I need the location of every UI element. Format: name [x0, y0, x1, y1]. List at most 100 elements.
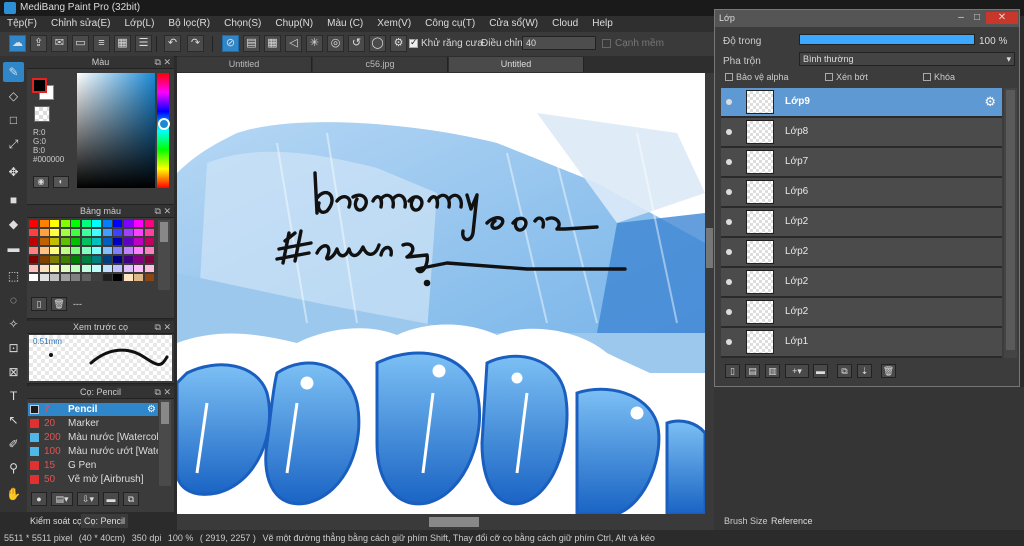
saturation-value-picker[interactable]	[77, 73, 155, 188]
vertical-scroll-thumb[interactable]	[706, 228, 713, 268]
layer-row[interactable]: Lớp9 ⚙	[721, 88, 1002, 117]
layer-row[interactable]: Lớp2	[721, 268, 1002, 297]
blend-mode-select[interactable]: Bình thường	[799, 52, 1015, 66]
brush-add-icon[interactable]: ●	[31, 492, 47, 506]
move-tool-icon[interactable]: ✥	[3, 162, 24, 182]
brush-tool-icon[interactable]: ✎	[3, 62, 24, 82]
menu-cloud[interactable]: Cloud	[545, 16, 585, 32]
menu-color[interactable]: Màu (C)	[320, 16, 370, 32]
opacity-slider[interactable]	[799, 34, 975, 45]
palette-swatch[interactable]	[71, 256, 80, 263]
palette-swatch[interactable]	[60, 229, 70, 236]
palette-swatch[interactable]	[60, 265, 70, 272]
palette-swatch[interactable]	[92, 238, 101, 245]
copy-icon[interactable]: ⧉	[123, 492, 139, 506]
palette-swatch[interactable]	[29, 274, 38, 281]
palette-swatch[interactable]	[144, 256, 154, 263]
palette-swatch[interactable]	[144, 220, 154, 227]
select-pen-tool-icon[interactable]: ⊡	[3, 338, 24, 358]
operation-tool-icon[interactable]: ↖	[3, 410, 24, 430]
add-layer-menu-icon[interactable]: +▾	[785, 364, 809, 378]
menu-edit[interactable]: Chỉnh sửa(E)	[44, 16, 118, 32]
layer-row[interactable]: Lớp2	[721, 238, 1002, 267]
circle-snap-icon[interactable]: ◎	[327, 35, 344, 52]
palette-swatch[interactable]	[29, 265, 38, 272]
eye-icon[interactable]	[726, 339, 732, 345]
curve-snap-icon[interactable]: ↺	[348, 35, 365, 52]
snap-settings-icon[interactable]: ⚙	[390, 35, 407, 52]
palette-swatch[interactable]	[50, 238, 59, 245]
menu-view[interactable]: Xem(V)	[370, 16, 418, 32]
divide-tool-icon[interactable]: ✐	[3, 434, 24, 454]
palette-swatch[interactable]	[50, 256, 59, 263]
palette-swatch[interactable]	[102, 229, 112, 236]
lock-checkbox[interactable]: Khóa	[923, 72, 955, 84]
palette-swatch[interactable]	[29, 229, 38, 236]
hand-tool-icon[interactable]: ✋	[3, 484, 24, 504]
tab-brush-pencil[interactable]: Cọ: Pencil	[81, 514, 129, 528]
brush-item[interactable]: 15 G Pen	[28, 459, 158, 472]
palette-swatch[interactable]	[39, 238, 49, 245]
menu-snap[interactable]: Chụp(N)	[268, 16, 320, 32]
eye-icon[interactable]	[726, 99, 732, 105]
layer-row[interactable]: Lớp2	[721, 208, 1002, 237]
comment-icon[interactable]: ✉	[51, 35, 68, 52]
palette-swatch[interactable]	[60, 247, 70, 254]
tab-brush-size[interactable]: Brush Size	[724, 516, 768, 526]
delete-layer-icon[interactable]: 🗑	[881, 364, 896, 378]
dialog-icon[interactable]: ▭	[72, 35, 89, 52]
palette-swatch[interactable]	[102, 265, 112, 272]
new-palette-icon[interactable]: ▯	[31, 297, 47, 311]
palette-swatch[interactable]	[39, 274, 49, 281]
doc-tab[interactable]: c56.jpg	[313, 57, 448, 72]
list-doc-icon[interactable]: ☰	[135, 35, 152, 52]
brush-item[interactable]: 20 Marker	[28, 417, 158, 430]
panel-float-close-icon[interactable]: ⧉ ✕	[155, 321, 171, 333]
palette-swatch[interactable]	[102, 238, 112, 245]
menu-help[interactable]: Help	[585, 16, 620, 32]
panel-float-close-icon[interactable]: ⧉ ✕	[155, 205, 171, 217]
palette-swatch[interactable]	[81, 220, 91, 227]
eye-icon[interactable]	[726, 309, 732, 315]
fill-rect-tool-icon[interactable]: ■	[3, 190, 24, 210]
dot-tool-icon[interactable]: ⤢	[3, 134, 24, 154]
palette-swatch[interactable]	[50, 220, 59, 227]
palette-swatch[interactable]	[113, 220, 122, 227]
palette-swatch[interactable]	[113, 229, 122, 236]
palette-swatch[interactable]	[81, 247, 91, 254]
palette-swatch[interactable]	[92, 274, 101, 281]
palette-swatch[interactable]	[92, 220, 101, 227]
brush-item[interactable]: 200 Màu nước [Watercolor]	[28, 431, 158, 444]
palette-scroll-thumb[interactable]	[160, 222, 168, 242]
cloud-icon[interactable]: ☁	[9, 35, 26, 52]
protect-alpha-checkbox[interactable]: Bảo vệ alpha	[725, 72, 789, 84]
palette-swatch[interactable]	[50, 247, 59, 254]
palette-swatch[interactable]	[134, 247, 143, 254]
eye-icon[interactable]	[726, 159, 732, 165]
bucket-tool-icon[interactable]: ◆	[3, 214, 24, 234]
redo-icon[interactable]: ↷	[187, 35, 204, 52]
eye-icon[interactable]	[726, 219, 732, 225]
upload-icon[interactable]: ⇪	[30, 35, 47, 52]
palette-swatch[interactable]	[102, 274, 112, 281]
eye-icon[interactable]	[726, 189, 732, 195]
palette-swatch[interactable]	[134, 229, 143, 236]
color-wheel-icon[interactable]: ◉	[33, 176, 49, 188]
gear-icon[interactable]: ⚙	[147, 403, 156, 416]
clipping-checkbox[interactable]: Xén bớt	[825, 72, 868, 84]
ellipse-snap-icon[interactable]: ◯	[369, 35, 386, 52]
palette-swatch[interactable]	[102, 220, 112, 227]
palette-swatch[interactable]	[102, 247, 112, 254]
soft-edge-checkbox[interactable]	[602, 39, 611, 48]
palette-swatch[interactable]	[123, 274, 133, 281]
palette-swatch[interactable]	[71, 265, 80, 272]
color-pick-icon[interactable]: ◐	[53, 176, 69, 188]
palette-swatch[interactable]	[60, 238, 70, 245]
horizontal-scroll-thumb[interactable]	[429, 517, 479, 527]
palette-swatch[interactable]	[123, 229, 133, 236]
palette-swatch[interactable]	[60, 220, 70, 227]
palette-swatch[interactable]	[81, 274, 91, 281]
palette-swatch[interactable]	[81, 238, 91, 245]
palette-swatch[interactable]	[71, 274, 80, 281]
palette-swatch[interactable]	[144, 265, 154, 272]
